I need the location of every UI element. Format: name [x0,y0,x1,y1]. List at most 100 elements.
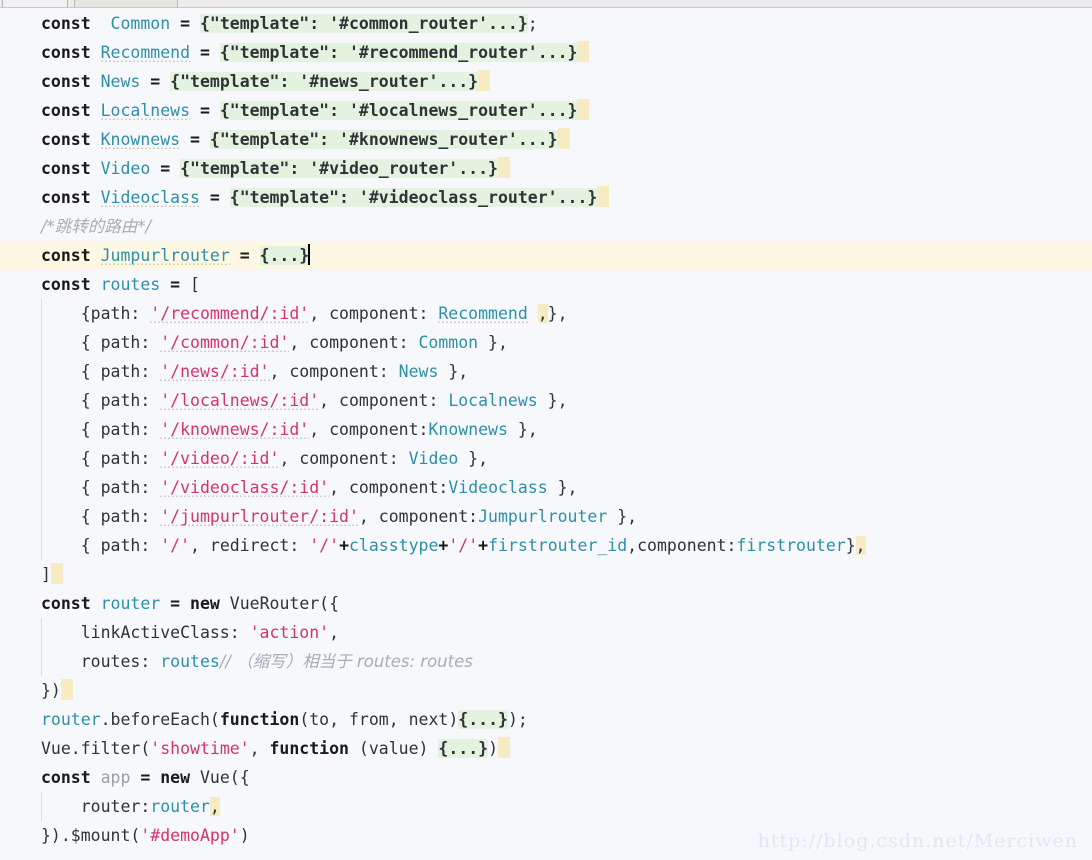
code-token [308,244,311,265]
code-token: const [41,188,91,207]
code-line[interactable]: }) [0,676,1092,705]
watermark-text: http://blog.csdn.net/Merciwen [757,830,1078,852]
code-line[interactable]: { path: '/news/:id', component: News }, [0,357,1092,386]
code-token: + [438,536,449,555]
code-line[interactable]: { path: '/common/:id', component: Common… [0,328,1092,357]
code-token: '/localnews/:id' [160,391,320,410]
code-line[interactable]: linkActiveClass: 'action', [0,618,1092,647]
code-token: VueRouter({ [219,594,340,613]
code-token: ); [507,710,528,729]
code-token: {"template": '#knownews_router'...} [209,130,558,149]
code-token: }, [507,420,538,439]
code-line[interactable]: const Videoclass = {"template": '#videoc… [0,183,1092,212]
code-token [478,70,491,91]
code-line[interactable]: routes: routes// （缩写）相当于 routes: routes [0,647,1092,676]
code-token: /*跳转的路由*/ [41,217,152,236]
code-line[interactable]: { path: '/video/:id', component: Video }… [0,444,1092,473]
code-token: '/videoclass/:id' [160,478,330,497]
code-token: } [845,536,856,555]
code-token: {"template": '#videoclass_router'...} [229,188,598,207]
code-line[interactable]: ] [0,560,1092,589]
code-token: }, [547,478,578,497]
code-token: , component: [319,391,449,410]
code-token: const [41,130,91,149]
code-token: , component: [269,362,399,381]
code-token: Video [408,449,459,468]
code-line[interactable]: const router = new VueRouter({ [0,589,1092,618]
code-line[interactable]: router:router, [0,792,1092,821]
code-line[interactable]: { path: '/jumpurlrouter/:id', component:… [0,502,1092,531]
indent-guide [41,792,42,821]
code-token [577,41,590,62]
code-line[interactable]: const Jumpurlrouter = {...} [0,241,1092,270]
code-token: , component: [279,449,409,468]
code-line[interactable]: Vue.filter('showtime', function (value) … [0,734,1092,763]
code-token: {"template": '#recommend_router'...} [219,43,578,62]
code-line[interactable]: const Common = {"template": '#common_rou… [0,9,1092,38]
code-line[interactable]: const Recommend = {"template": '#recomme… [0,38,1092,67]
code-line[interactable]: {path: '/recommend/:id', component: Reco… [0,299,1092,328]
code-token: Jumpurlrouter [100,246,230,265]
code-line[interactable]: { path: '/videoclass/:id', component:Vid… [0,473,1092,502]
code-line[interactable]: { path: '/', redirect: '/'+classtype+'/'… [0,531,1092,560]
code-line[interactable]: const Video = {"template": '#video_route… [0,154,1092,183]
code-token: , redirect: [190,536,310,555]
code-line[interactable]: { path: '/knownews/:id', component:Known… [0,415,1092,444]
code-content[interactable]: const Common = {"template": '#common_rou… [0,9,1092,860]
indent-guide [41,647,42,676]
code-line[interactable]: router.beforeEach(function(to, from, nex… [0,705,1092,734]
code-token: app [100,768,131,787]
code-line[interactable]: const Knownews = {"template": '#knownews… [0,125,1092,154]
code-token: {"template": '#common_router'...} [199,14,528,33]
code-token: firstrouter_id [488,536,628,555]
code-line[interactable]: { path: '/localnews/:id', component: Loc… [0,386,1092,415]
code-token: {path: [41,304,151,323]
code-token: }).$mount( [41,826,141,845]
code-line[interactable]: const Localnews = {"template": '#localne… [0,96,1092,125]
code-token: '/common/:id' [160,333,290,352]
code-token: const [41,275,91,294]
code-token: + [339,536,349,555]
code-token: , [855,536,866,555]
code-token: firstrouter [736,536,846,555]
code-token: , component: [358,507,479,526]
code-token: Knownews [100,130,181,149]
code-token: ) [239,826,250,845]
code-token: (value) [348,739,439,758]
code-token: , component: [329,478,449,497]
code-line[interactable]: const News = {"template": '#news_router'… [0,67,1092,96]
code-token: { path: [41,478,161,497]
editor-tab-2[interactable] [74,0,178,7]
code-token: = [199,43,210,62]
code-line[interactable]: const app = new Vue({ [0,763,1092,792]
code-token: = [150,72,161,91]
code-token: '/jumpurlrouter/:id' [160,507,359,526]
code-token [557,128,570,149]
code-token: , [537,304,548,323]
indent-guide [41,618,42,647]
code-line[interactable]: const routes = [ [0,270,1092,299]
code-token: new [160,768,191,787]
code-line[interactable]: /*跳转的路由*/ [0,212,1092,241]
code-token [577,99,590,120]
editor-tab-1[interactable] [2,0,68,7]
code-token: {...} [259,246,310,265]
code-token: }, [607,507,638,526]
code-token: = [199,101,210,120]
